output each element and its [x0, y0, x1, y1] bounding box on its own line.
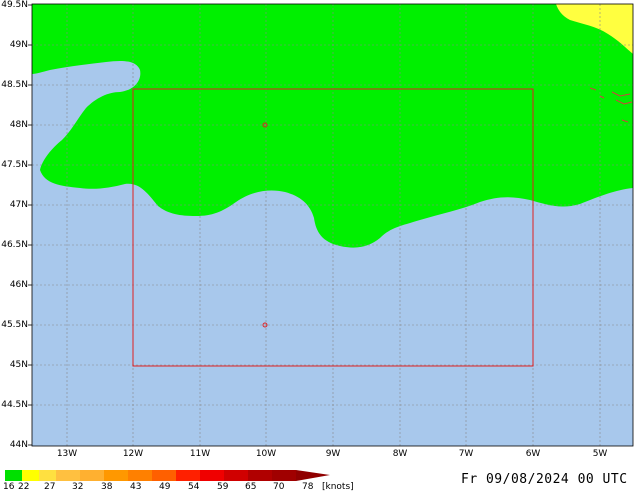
- legend-value: 54: [188, 482, 200, 492]
- legend-value: 22: [18, 482, 30, 492]
- lat-label: 46.5N: [1, 240, 28, 250]
- legend-swatch: [248, 470, 272, 481]
- legend-value: 32: [72, 482, 84, 492]
- legend-value: 16: [3, 482, 15, 492]
- lon-label: 13W: [56, 449, 78, 459]
- legend-swatch: [80, 470, 104, 481]
- legend-unit: [knots]: [322, 482, 354, 492]
- lon-label: 5W: [592, 449, 608, 459]
- legend-value: 38: [101, 482, 113, 492]
- lat-label: 45.5N: [1, 320, 28, 330]
- legend-swatch: [128, 470, 152, 481]
- lon-label: 12W: [122, 449, 144, 459]
- lat-label: 44.5N: [1, 400, 28, 410]
- lat-label: 48.5N: [1, 80, 28, 90]
- lon-label: 8W: [392, 449, 408, 459]
- legend-swatch: [22, 470, 39, 481]
- legend-value: 65: [245, 482, 257, 492]
- legend-swatch: [39, 470, 56, 481]
- legend-value: 43: [130, 482, 142, 492]
- lon-label: 6W: [525, 449, 541, 459]
- legend-swatch: [200, 470, 224, 481]
- legend-value: 78: [302, 482, 314, 492]
- lon-label: 7W: [458, 449, 474, 459]
- legend-swatch: [152, 470, 176, 481]
- legend-swatch: [224, 470, 248, 481]
- lat-label: 46N: [9, 280, 28, 290]
- legend-value: 49: [159, 482, 171, 492]
- legend-swatch: [272, 470, 296, 481]
- lon-label: 9W: [325, 449, 341, 459]
- lon-label: 11W: [189, 449, 211, 459]
- lat-label: 47.5N: [1, 160, 28, 170]
- lon-label: 10W: [255, 449, 277, 459]
- legend-arrow: [296, 470, 330, 481]
- forecast-timestamp: Fr 09/08/2024 00 UTC: [461, 472, 628, 487]
- lat-label: 48N: [9, 120, 28, 130]
- legend-value: 70: [273, 482, 285, 492]
- lat-label: 47N: [9, 200, 28, 210]
- lat-label: 49.5N: [1, 0, 28, 10]
- legend-swatch: [104, 470, 128, 481]
- legend-colorbar: [5, 470, 330, 481]
- legend-swatch: [5, 470, 22, 481]
- lat-label: 45N: [9, 360, 28, 370]
- legend-swatch: [176, 470, 200, 481]
- legend-value: 27: [44, 482, 56, 492]
- legend-value: 59: [217, 482, 229, 492]
- legend-swatch: [56, 470, 80, 481]
- wind-map: [5, 3, 634, 481]
- lat-label: 49N: [9, 40, 28, 50]
- lat-label: 44N: [9, 440, 28, 450]
